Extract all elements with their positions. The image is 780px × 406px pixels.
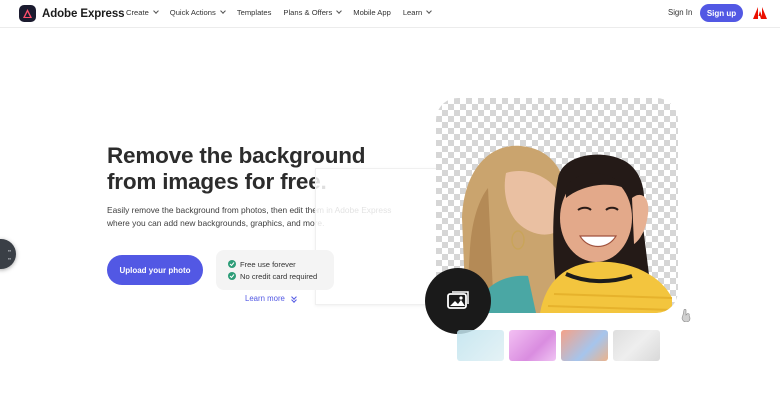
sample-thumbnail[interactable] [561, 330, 608, 361]
sign-in-link[interactable]: Sign In [668, 8, 692, 17]
background-card [315, 168, 440, 305]
floating-chat-button[interactable]: ▪▪ ▪▪ [0, 239, 16, 269]
double-chevron-down-icon [291, 293, 297, 303]
page-title-line-1: Remove the background [107, 143, 366, 168]
upload-image-circle[interactable] [425, 268, 491, 334]
sample-thumbnail[interactable] [613, 330, 660, 361]
main-nav: Create Quick Actions Templates Plans & O… [126, 8, 433, 17]
nav-create[interactable]: Create [126, 8, 159, 17]
upload-photo-button[interactable]: Upload your photo [107, 255, 203, 285]
learn-more-label: Learn more [245, 294, 285, 303]
nav-plans-offers-label: Plans & Offers [283, 8, 333, 17]
image-icon [447, 291, 469, 309]
chevron-down-icon [219, 8, 226, 14]
nav-mobile-app-label: Mobile App [353, 8, 391, 17]
learn-more-link[interactable]: Learn more [245, 293, 297, 303]
sample-thumbnail[interactable] [457, 330, 504, 361]
chat-icon: ▪▪ [8, 255, 11, 261]
top-navigation-bar: Adobe Express Create Quick Actions Templ… [0, 0, 780, 28]
nav-templates-label: Templates [236, 8, 272, 17]
nav-quick-actions[interactable]: Quick Actions [169, 8, 226, 17]
nav-mobile-app[interactable]: Mobile App [353, 8, 391, 17]
sign-up-button[interactable]: Sign up [700, 4, 743, 22]
check-circle-icon [228, 272, 236, 280]
nav-create-label: Create [126, 8, 149, 17]
feature-label: Free use forever [240, 259, 296, 269]
nav-plans-offers[interactable]: Plans & Offers [283, 8, 343, 17]
chevron-down-icon [152, 8, 159, 14]
nav-learn-label: Learn [402, 8, 423, 17]
adobe-logo-icon[interactable] [753, 6, 767, 20]
nav-templates[interactable]: Templates [237, 8, 272, 17]
nav-learn[interactable]: Learn [402, 8, 433, 17]
check-circle-icon [228, 260, 236, 268]
chevron-down-icon [336, 8, 343, 14]
sample-thumbnails [457, 330, 660, 361]
brand-name: Adobe Express [42, 7, 125, 20]
feature-label: No credit card required [240, 271, 318, 281]
nav-quick-actions-label: Quick Actions [169, 8, 216, 17]
feature-item: No credit card required [228, 270, 334, 282]
adobe-express-logo-icon [19, 5, 36, 22]
feature-item: Free use forever [228, 258, 334, 270]
feature-list: Free use forever No credit card required [216, 250, 334, 290]
hand-cursor-icon [681, 309, 691, 322]
chat-icon: ▪▪ [8, 247, 11, 253]
chevron-down-icon [426, 8, 433, 14]
sample-thumbnail[interactable] [509, 330, 556, 361]
brand-logo[interactable]: Adobe Express [19, 5, 125, 22]
